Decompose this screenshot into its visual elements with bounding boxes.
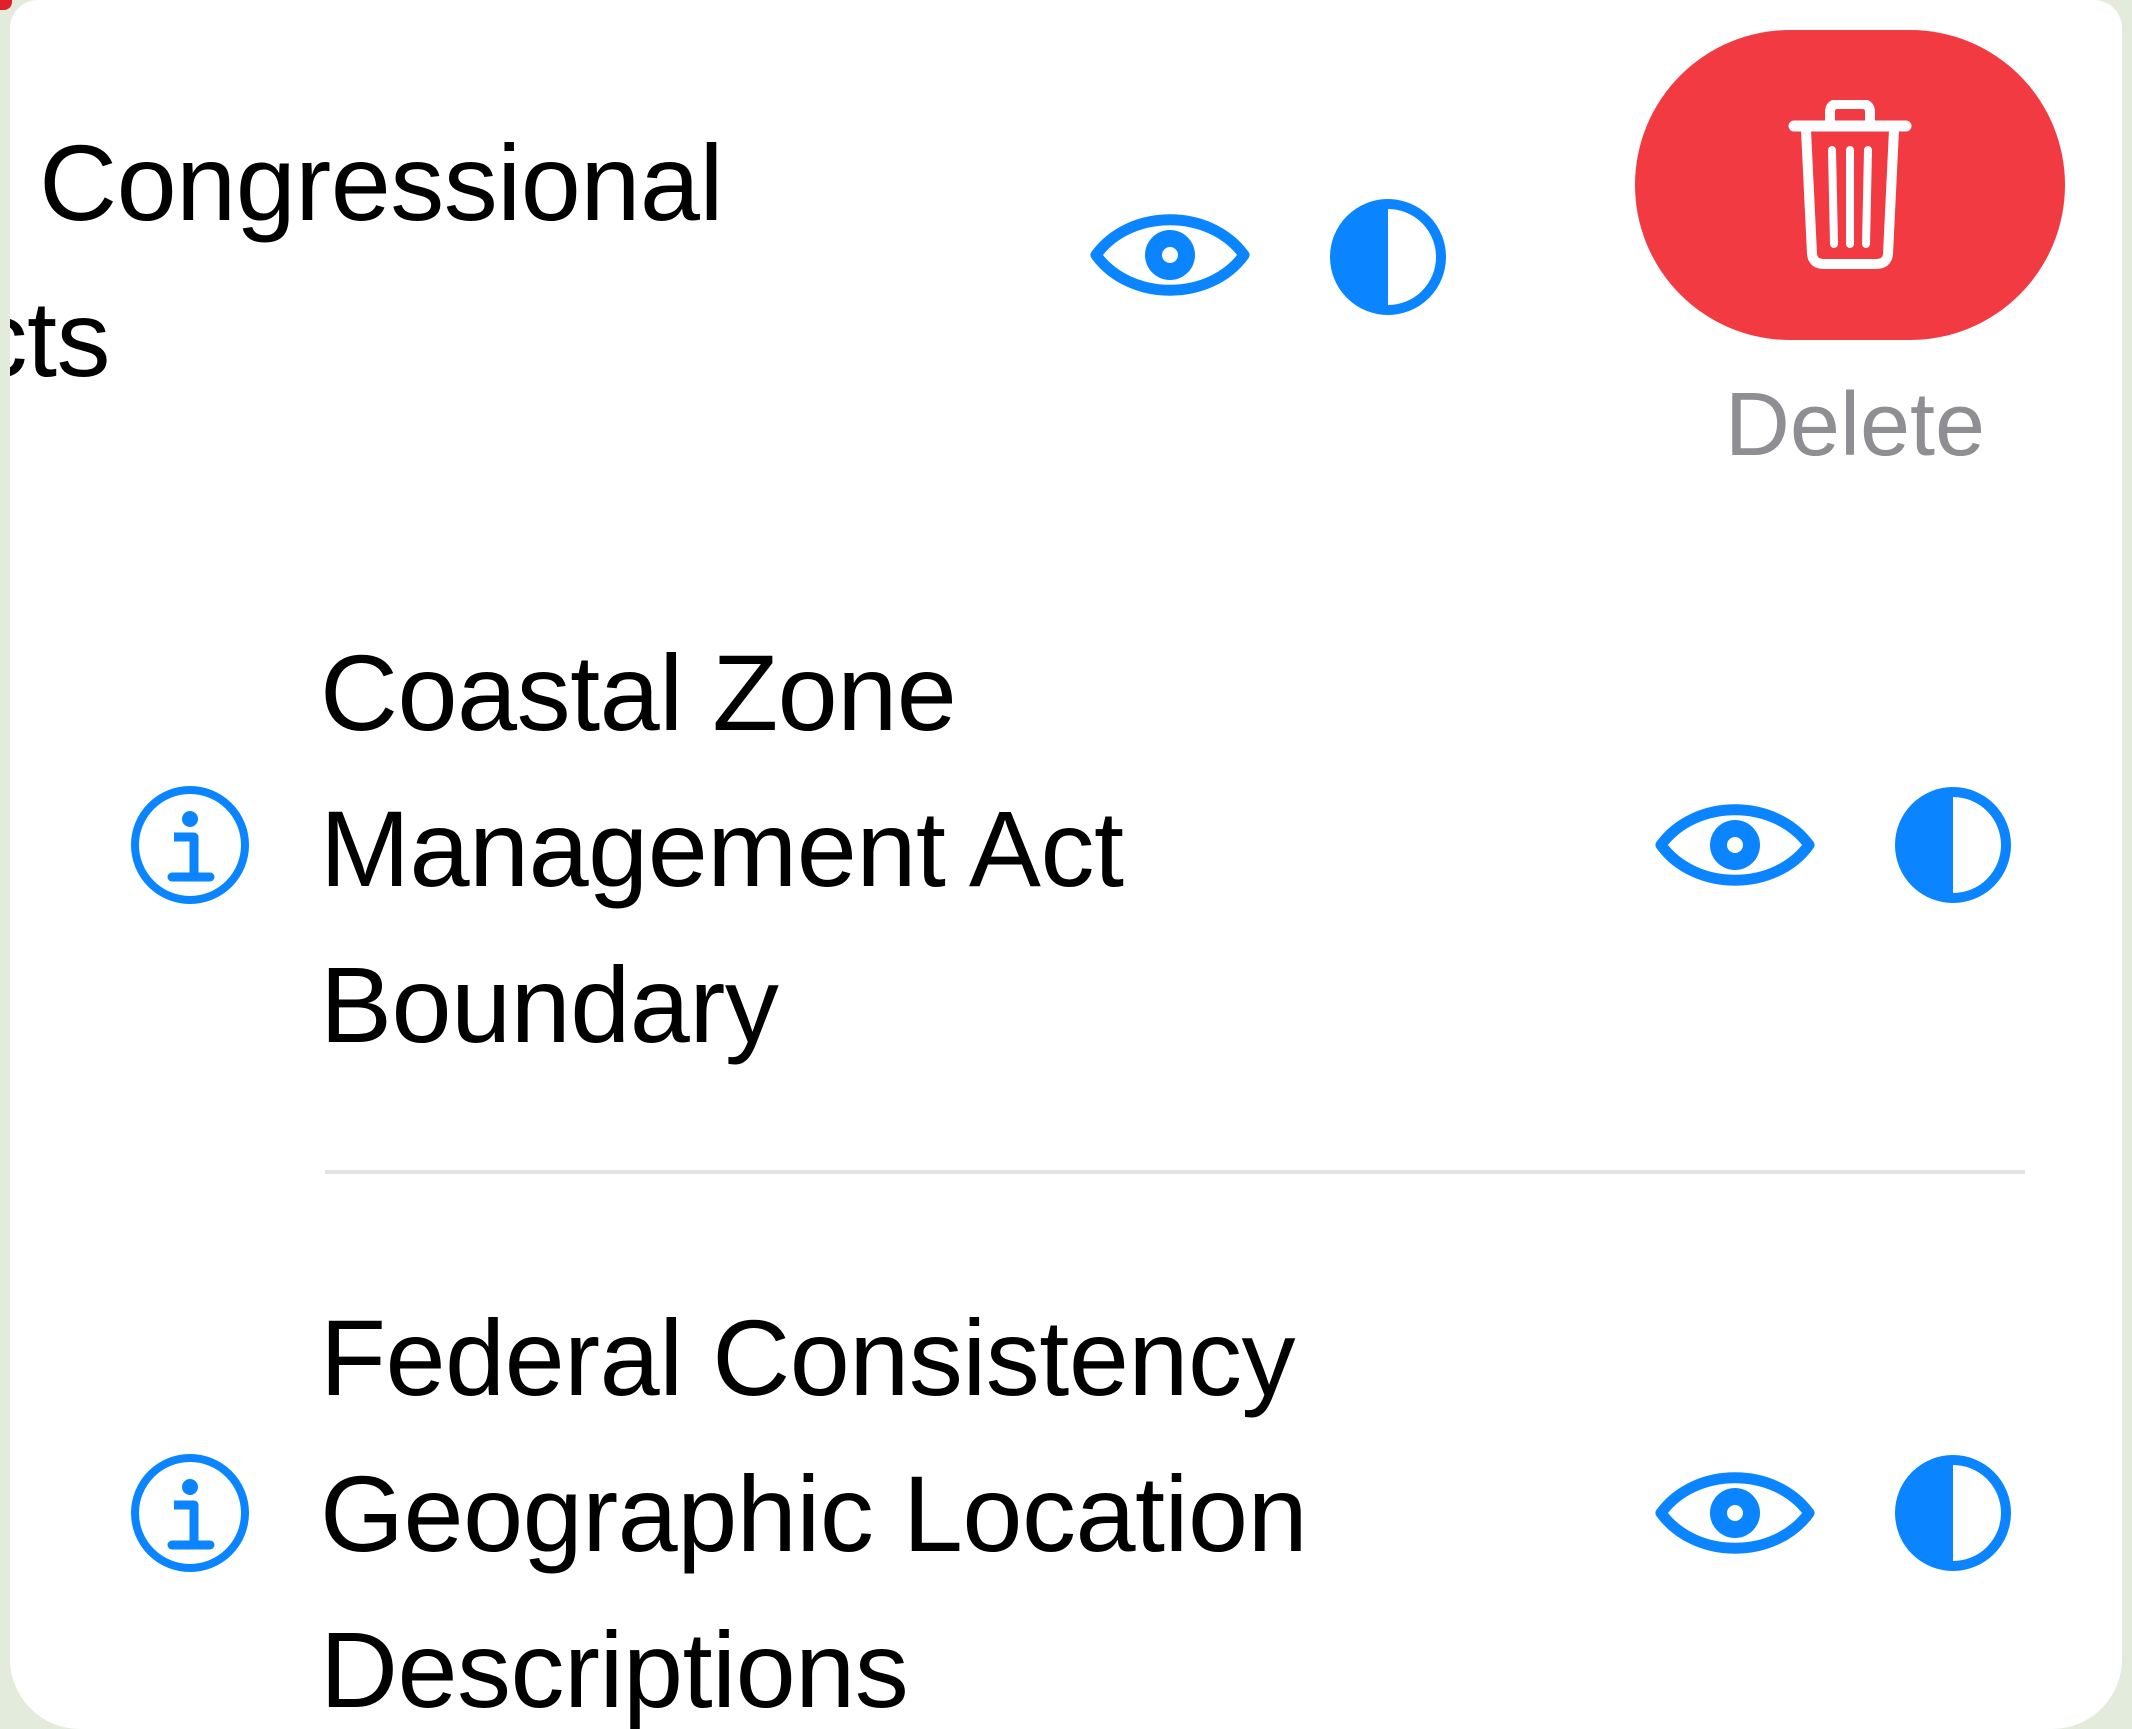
layer-title: Coastal Zone Management Act Boundary	[320, 615, 1124, 1083]
map-pin-fragment	[0, 0, 12, 10]
trash-icon	[1788, 100, 1912, 269]
layer-title-line: Federal Consistency	[320, 1297, 1295, 1418]
contrast-icon[interactable]	[1328, 197, 1448, 317]
delete-button[interactable]	[1635, 30, 2065, 340]
eye-icon[interactable]	[1090, 200, 1250, 310]
contrast-icon[interactable]	[1893, 1453, 2013, 1573]
eye-icon[interactable]	[1655, 1458, 1815, 1568]
row-separator	[325, 1170, 2025, 1174]
contrast-icon[interactable]	[1893, 785, 2013, 905]
layer-title-line: n Congressional	[10, 122, 723, 243]
layers-panel: n Congressional icts Delete	[10, 0, 2122, 1729]
info-icon[interactable]	[128, 1451, 252, 1575]
layer-title-line: Descriptions	[320, 1609, 909, 1729]
layer-title-line: icts	[10, 278, 110, 399]
delete-label: Delete	[1724, 375, 1986, 475]
layer-title: n Congressional icts	[10, 105, 723, 417]
layer-title-line: Geographic Location	[320, 1453, 1308, 1574]
layer-title-line: Boundary	[320, 944, 779, 1065]
info-icon[interactable]	[128, 783, 252, 907]
layer-title-line: Coastal Zone	[320, 632, 957, 753]
layer-title: Federal Consistency Geographic Location …	[320, 1280, 1308, 1729]
eye-icon[interactable]	[1655, 790, 1815, 900]
layer-title-line: Management Act	[320, 788, 1124, 909]
